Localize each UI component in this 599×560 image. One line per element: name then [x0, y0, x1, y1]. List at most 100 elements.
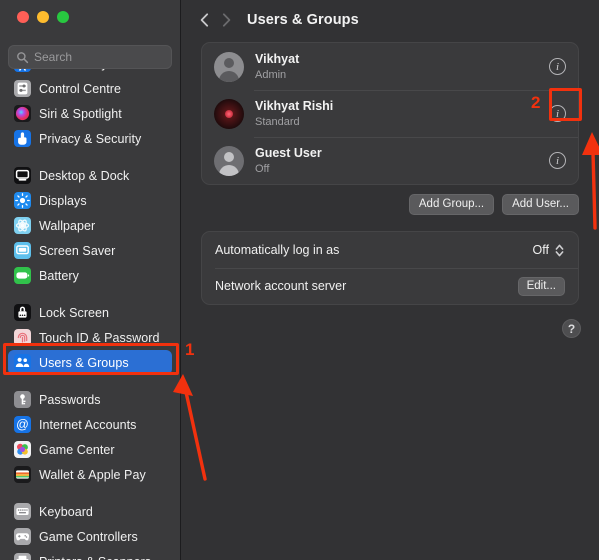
sidebar-item-label: Keyboard — [39, 504, 93, 519]
sidebar-item-label: Game Controllers — [39, 529, 138, 544]
sidebar-item-wallet-apple-pay[interactable]: Wallet & Apple Pay — [8, 462, 172, 487]
user-row-1[interactable]: Vikhyat Rishi Standard i — [202, 90, 578, 137]
sidebar-item-lock-screen[interactable]: Lock Screen — [8, 300, 172, 325]
screen-saver-icon — [14, 242, 31, 259]
desktop-dock-icon — [14, 167, 31, 184]
chevron-right-icon — [222, 13, 230, 27]
sidebar-item-siri-spotlight[interactable]: Siri & Spotlight — [8, 101, 172, 126]
sidebar-item-screen-saver[interactable]: Screen Saver — [8, 238, 172, 263]
game-center-icon — [14, 441, 31, 458]
sidebar-group-divider — [0, 375, 180, 387]
sidebar-item-label: Passwords — [39, 392, 101, 407]
touch-id-icon — [14, 329, 31, 346]
sidebar-item-label: Internet Accounts — [39, 417, 137, 432]
minimize-button[interactable] — [37, 11, 49, 23]
user-role: Off — [255, 162, 270, 175]
auto-login-label: Automatically log in as — [215, 243, 340, 257]
user-row-2[interactable]: Guest User Off i — [202, 137, 578, 184]
sidebar-group-divider — [0, 151, 180, 163]
passwords-icon — [14, 391, 31, 408]
user-name: Vikhyat — [255, 51, 300, 66]
login-options-card: Automatically log in as Off Network acco… — [201, 231, 579, 305]
sidebar-item-label: Lock Screen — [39, 305, 110, 320]
generic-avatar — [214, 51, 244, 82]
back-button[interactable] — [193, 9, 215, 31]
sidebar-item-passwords[interactable]: Passwords — [8, 387, 172, 412]
sidebar-item-label: Users & Groups — [39, 355, 129, 370]
sidebar-item-label: Printers & Scanners — [39, 555, 151, 560]
sidebar-item-game-controllers[interactable]: Game Controllers — [8, 524, 172, 549]
user-name: Vikhyat Rishi — [255, 98, 334, 113]
users-list-card: Vikhyat Admin i Vikhyat Rishi Standard i — [201, 42, 579, 185]
user-row-0[interactable]: Vikhyat Admin i — [202, 43, 578, 90]
main-pane: Users & Groups Vikhyat Admin i Vikhyat R… — [180, 0, 599, 560]
info-icon[interactable]: i — [549, 105, 566, 122]
wallet-apple-pay-icon — [14, 466, 31, 483]
sidebar-item-label: Wallet & Apple Pay — [39, 467, 146, 482]
sidebar-item-privacy-security[interactable]: Privacy & Security — [8, 126, 172, 151]
sidebar-item-displays[interactable]: Displays — [8, 188, 172, 213]
popup-stepper-icon[interactable] — [554, 242, 565, 259]
close-button[interactable] — [17, 11, 29, 23]
auto-login-row[interactable]: Automatically log in as Off — [202, 232, 578, 268]
search-field[interactable] — [8, 45, 172, 69]
sidebar-item-label: Wallpaper — [39, 218, 96, 233]
sidebar-item-label: Touch ID & Password — [39, 330, 160, 345]
sidebar-item-touch-id-password[interactable]: Touch ID & Password — [8, 325, 172, 350]
search-input[interactable] — [34, 50, 164, 64]
sidebar-item-label: Displays — [39, 193, 87, 208]
auto-login-value: Off — [532, 243, 549, 257]
network-account-server-row[interactable]: Network account server Edit... — [202, 268, 578, 304]
sidebar-item-label: Control Centre — [39, 81, 121, 96]
sidebar-item-users-groups[interactable]: Users & Groups — [8, 350, 172, 375]
search-icon — [17, 51, 29, 63]
users-groups-icon — [14, 354, 31, 371]
sidebar-item-label: Desktop & Dock — [39, 168, 130, 183]
sidebar-item-label: Screen Saver — [39, 243, 116, 258]
sidebar-item-printers-scanners[interactable]: Printers & Scanners — [8, 549, 172, 560]
edit-button[interactable]: Edit... — [517, 276, 565, 296]
user-name: Guest User — [255, 145, 322, 160]
game-controllers-icon — [14, 528, 31, 545]
sidebar-item-label: Privacy & Security — [39, 131, 142, 146]
sidebar-item-label: Game Center — [39, 442, 115, 457]
forward-button[interactable] — [215, 9, 237, 31]
internet-accounts-icon: @ — [14, 416, 31, 433]
add-group-button[interactable]: Add Group... — [408, 194, 495, 215]
sidebar-nav-list: AccessibilityControl CentreSiri & Spotli… — [0, 64, 180, 560]
keyboard-icon — [14, 503, 31, 520]
svg-text:@: @ — [16, 417, 29, 431]
lock-screen-icon — [14, 304, 31, 321]
info-icon[interactable]: i — [549, 58, 566, 75]
sidebar-item-wallpaper[interactable]: Wallpaper — [8, 213, 172, 238]
sidebar-item-battery[interactable]: Battery — [8, 263, 172, 288]
sidebar-item-label: Siri & Spotlight — [39, 106, 122, 121]
sidebar-item-game-center[interactable]: Game Center — [8, 437, 172, 462]
info-icon[interactable]: i — [549, 152, 566, 169]
traffic-lights — [17, 11, 69, 23]
user-action-buttons: Add Group... Add User... — [201, 194, 579, 215]
sidebar-item-label: Battery — [39, 268, 79, 283]
printers-scanners-icon — [14, 553, 31, 560]
privacy-security-icon — [14, 130, 31, 147]
help-icon[interactable]: ? — [562, 319, 581, 338]
maximize-button[interactable] — [57, 11, 69, 23]
sidebar-item-internet-accounts[interactable]: @ Internet Accounts — [8, 412, 172, 437]
user-role: Standard — [255, 115, 300, 128]
add-user-button[interactable]: Add User... — [502, 194, 579, 215]
page-title: Users & Groups — [247, 12, 359, 28]
control-centre-icon — [14, 80, 31, 97]
system-settings-window: AccessibilityControl CentreSiri & Spotli… — [0, 0, 599, 560]
sidebar-item-keyboard[interactable]: Keyboard — [8, 499, 172, 524]
guest-avatar — [214, 145, 244, 176]
sidebar-item-desktop-dock[interactable]: Desktop & Dock — [8, 163, 172, 188]
siri-spotlight-icon — [14, 105, 31, 122]
displays-icon — [14, 192, 31, 209]
sidebar: AccessibilityControl CentreSiri & Spotli… — [0, 0, 180, 560]
sidebar-scroll-area[interactable]: AccessibilityControl CentreSiri & Spotli… — [0, 64, 180, 560]
sidebar-item-control-centre[interactable]: Control Centre — [8, 76, 172, 101]
user-role: Admin — [255, 68, 287, 81]
pane-header: Users & Groups — [181, 0, 599, 40]
chevron-left-icon — [200, 13, 208, 27]
photo-avatar — [214, 98, 244, 129]
